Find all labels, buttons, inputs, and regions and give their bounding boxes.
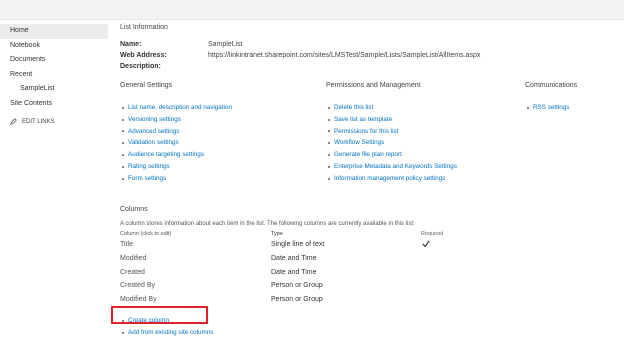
bullet-icon xyxy=(328,106,330,109)
column-type: Person or Group xyxy=(271,296,323,304)
general-settings-heading: General Settings xyxy=(120,82,173,89)
edit-links-button[interactable]: EDIT LINKS xyxy=(0,118,108,125)
bullet-icon xyxy=(122,154,124,157)
nav-item-documents[interactable]: Documents xyxy=(0,53,108,68)
bullet-icon xyxy=(527,106,529,109)
edit-links-label: EDIT LINKS xyxy=(22,118,55,125)
description-label: Description: xyxy=(120,63,161,70)
bullet-icon xyxy=(328,165,330,168)
column-name-link[interactable]: Created xyxy=(120,266,271,280)
communications-heading: Communications xyxy=(525,82,578,89)
general-link[interactable]: List name, description and navigation xyxy=(120,102,232,114)
permissions-section: Permissions and Management Delete this l… xyxy=(326,82,457,185)
permissions-link[interactable]: Delete this list xyxy=(326,102,457,114)
bullet-icon xyxy=(122,177,124,180)
bullet-icon xyxy=(328,177,330,180)
column-name-link[interactable]: Modified xyxy=(120,252,271,266)
bullet-icon xyxy=(328,130,330,133)
columns-heading: Columns xyxy=(120,206,148,213)
highlight-box xyxy=(111,306,208,324)
column-name-link[interactable]: Title xyxy=(120,238,271,252)
bullet-icon xyxy=(122,130,124,133)
general-link[interactable]: Validation settings xyxy=(120,137,232,149)
columns-table-header: Column (click to edit) Type Required xyxy=(120,230,620,238)
bullet-icon xyxy=(122,106,124,109)
table-row: Modified Date and Time xyxy=(120,252,620,266)
bullet-icon xyxy=(328,118,330,121)
column-type: Single line of text xyxy=(271,241,325,248)
header-column: Column (click to edit) xyxy=(120,231,172,237)
column-type: Date and Time xyxy=(271,268,317,276)
general-link[interactable]: Advanced settings xyxy=(120,126,232,138)
permissions-link[interactable]: Save list as template xyxy=(326,114,457,126)
permissions-link[interactable]: Generate file plan report xyxy=(326,149,457,161)
communications-section: Communications RSS settings xyxy=(525,82,577,114)
permissions-link[interactable]: Information management policy settings xyxy=(326,173,457,185)
general-link[interactable]: Rating settings xyxy=(120,161,232,173)
bullet-icon xyxy=(122,142,124,145)
table-row: Title Single line of text xyxy=(120,238,620,252)
column-type: Date and Time xyxy=(271,254,317,262)
header-type: Type xyxy=(271,231,283,237)
permissions-link[interactable]: Enterprise Metadata and Keywords Setting… xyxy=(326,161,457,173)
required-check-icon xyxy=(421,238,521,252)
pencil-icon xyxy=(10,118,17,125)
nav-item-notebook[interactable]: Notebook xyxy=(0,39,108,54)
nav-item-samplelist[interactable]: SampleList xyxy=(0,82,108,97)
column-type: Person or Group xyxy=(271,282,323,290)
main-content: List Information Name: SampleList Web Ad… xyxy=(120,24,620,336)
name-label: Name: xyxy=(120,41,142,48)
bullet-icon xyxy=(122,165,124,168)
bullet-icon xyxy=(122,331,124,334)
general-link[interactable]: Form settings xyxy=(120,173,232,185)
nav-item-recent[interactable]: Recent xyxy=(0,68,108,83)
name-value: SampleList xyxy=(208,41,243,48)
rss-settings-link[interactable]: RSS settings xyxy=(525,102,577,114)
table-row: Created By Person or Group xyxy=(120,279,620,293)
header-required: Required xyxy=(421,231,444,237)
columns-description: A column stores information about each i… xyxy=(120,221,415,227)
columns-section: Columns A column stores information abou… xyxy=(120,206,620,303)
table-row: Modified By Person or Group xyxy=(120,293,620,307)
columns-table: Column (click to edit) Type Required Tit… xyxy=(120,230,620,307)
column-name-link[interactable]: Created By xyxy=(120,279,271,293)
bullet-icon xyxy=(328,142,330,145)
bullet-icon xyxy=(122,118,124,121)
general-link[interactable]: Versioning settings xyxy=(120,114,232,126)
list-information-block: Name: SampleList Web Address: https://li… xyxy=(120,39,480,72)
add-existing-columns-link[interactable]: Add from existing site columns xyxy=(120,327,213,339)
left-navigation: Home Notebook Documents Recent SampleLis… xyxy=(0,24,108,125)
web-address-value: https://linkintranet.sharepoint.com/site… xyxy=(208,52,481,59)
general-settings-section: General Settings List name, description … xyxy=(120,82,232,185)
web-address-label: Web Address: xyxy=(120,52,167,59)
top-bar xyxy=(0,0,624,20)
column-name-link[interactable]: Modified By xyxy=(120,293,271,307)
table-row: Created Date and Time xyxy=(120,266,620,280)
nav-item-home[interactable]: Home xyxy=(0,24,108,39)
general-link[interactable]: Audience targeting settings xyxy=(120,149,232,161)
permissions-heading: Permissions and Management xyxy=(326,82,421,89)
bullet-icon xyxy=(328,154,330,157)
nav-item-site-contents[interactable]: Site Contents xyxy=(0,97,108,112)
list-information-title: List Information xyxy=(120,24,168,31)
permissions-link[interactable]: Workflow Settings xyxy=(326,137,457,149)
permissions-link[interactable]: Permissions for this list xyxy=(326,126,457,138)
